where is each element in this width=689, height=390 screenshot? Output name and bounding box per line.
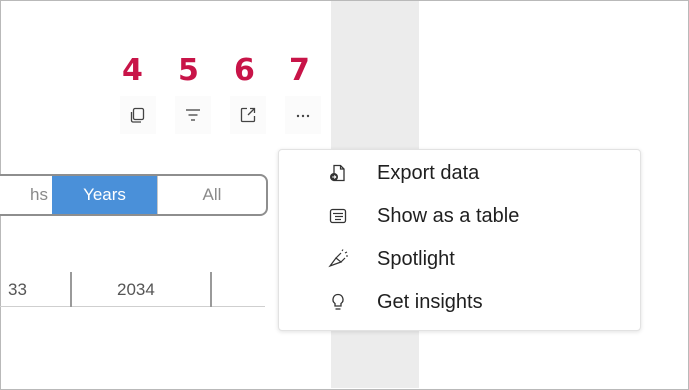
callout-6: 6 [234,53,255,88]
menu-item-label: Show as a table [377,204,520,227]
axis-label: 2034 [117,280,155,299]
axis-baseline [0,306,265,307]
filter-icon [186,109,200,121]
axis-tick [210,272,212,307]
focus-mode-icon [240,107,256,123]
period-selector: hs Years All [0,174,268,216]
menu-item-label: Export data [377,161,480,184]
period-option-all[interactable]: All [157,176,266,214]
lightbulb-icon [327,291,349,313]
more-options-button[interactable] [285,96,321,134]
more-options-menu: Export data Show as a table Spotlight Ge… [278,149,641,331]
timeline-axis: 33 2034 [0,272,265,308]
filter-button[interactable] [175,96,211,134]
menu-item-export-data[interactable]: Export data [279,153,640,193]
axis-label: 33 [8,280,27,299]
more-options-icon [296,114,310,118]
callout-4: 4 [122,53,143,88]
menu-item-show-as-table[interactable]: Show as a table [279,196,640,236]
table-icon [327,205,349,227]
period-option-months[interactable]: hs [0,176,52,214]
spotlight-icon [327,248,349,270]
callout-7: 7 [289,53,310,88]
menu-item-spotlight[interactable]: Spotlight [279,239,640,279]
copy-visual-button[interactable] [120,96,156,134]
export-data-icon [327,162,349,184]
menu-item-get-insights[interactable]: Get insights [279,282,640,322]
focus-mode-button[interactable] [230,96,266,134]
menu-item-label: Spotlight [377,247,455,270]
callout-5: 5 [178,53,199,88]
axis-tick [70,272,72,307]
period-option-years[interactable]: Years [52,176,157,214]
copy-icon [130,107,145,123]
menu-item-label: Get insights [377,290,483,313]
